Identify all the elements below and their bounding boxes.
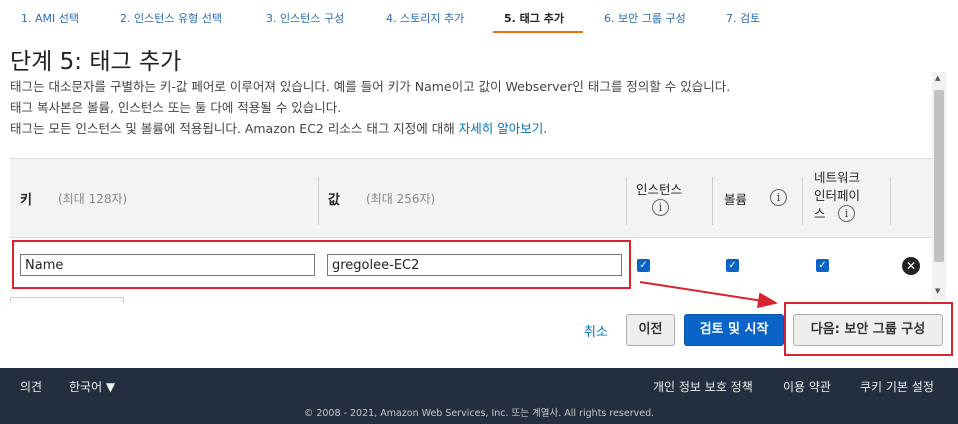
volumes-checkbox[interactable]: ✓: [726, 259, 739, 272]
step-tags[interactable]: 5. 태그 추가: [504, 10, 564, 26]
privacy-policy-link[interactable]: 개인 정보 보호 정책: [653, 378, 753, 395]
copyright-text: © 2008 - 2021, Amazon Web Services, Inc.…: [303, 408, 655, 419]
column-divider: [890, 177, 891, 225]
add-tag-button[interactable]: [10, 297, 124, 303]
value-column-hint: (최대 256자): [366, 192, 436, 206]
column-divider: [626, 177, 627, 225]
feedback-link[interactable]: 의견: [20, 378, 42, 395]
scroll-up-icon[interactable]: ▲: [935, 74, 940, 82]
row-highlight-box: [12, 240, 631, 289]
scrollbar-thumb[interactable]: [934, 90, 944, 262]
instances-checkbox[interactable]: ✓: [637, 259, 650, 272]
previous-button[interactable]: 이전: [626, 314, 675, 346]
terms-link[interactable]: 이용 약관: [783, 378, 831, 395]
key-column-hint: (최대 128자): [58, 192, 128, 206]
next-configure-security-group-button[interactable]: 다음: 보안 그룹 구성: [793, 314, 943, 346]
cookie-preferences-link[interactable]: 쿠키 기본 설정: [860, 378, 934, 395]
description-line-3: 태그는 모든 인스턴스 및 볼륨에 적용됩니다. Amazon EC2 리소스 …: [10, 121, 548, 136]
instances-column-header: 인스턴스 i: [636, 182, 683, 216]
info-icon[interactable]: i: [770, 189, 787, 206]
step-instance-type[interactable]: 2. 인스턴스 유형 선택: [120, 10, 222, 26]
volumes-column-header: 볼륨 i: [724, 189, 787, 208]
step-security-group[interactable]: 6. 보안 그룹 구성: [604, 10, 686, 26]
language-selector[interactable]: 한국어 ▼: [69, 378, 115, 395]
cancel-link[interactable]: 취소: [584, 321, 608, 340]
info-icon[interactable]: i: [838, 205, 855, 222]
step-review[interactable]: 7. 검토: [726, 10, 760, 26]
info-icon[interactable]: i: [652, 199, 669, 216]
content-scrollbar[interactable]: ▲ ▼: [932, 72, 946, 300]
learn-more-link[interactable]: 자세히 알아보기: [459, 121, 543, 136]
step-instance-config[interactable]: 3. 인스턴스 구성: [266, 10, 344, 26]
column-divider: [802, 177, 803, 225]
review-and-launch-button[interactable]: 검토 및 시작: [684, 314, 784, 346]
description-line-2: 태그 복사본은 볼륨, 인스턴스 또는 둘 다에 적용될 수 있습니다.: [10, 100, 342, 115]
description-line-1: 태그는 대소문자를 구별하는 키-값 페어로 이루어져 있습니다. 예를 들어 …: [10, 79, 731, 94]
tags-table-header: 키 (최대 128자) 값 (최대 256자) 인스턴스 i 볼륨 i 네트워크…: [10, 158, 932, 238]
step-storage[interactable]: 4. 스토리지 추가: [386, 10, 464, 26]
network-interfaces-column-header: 네트워크 인터페이 스 i: [814, 170, 861, 222]
network-interfaces-checkbox[interactable]: ✓: [816, 259, 829, 272]
wizard-steps: 1. AMI 선택 2. 인스턴스 유형 선택 3. 인스턴스 구성 4. 스토…: [0, 0, 958, 34]
scroll-down-icon[interactable]: ▼: [935, 287, 940, 295]
remove-tag-icon[interactable]: ✕: [902, 257, 920, 275]
page-title: 단계 5: 태그 추가: [10, 49, 182, 75]
page-footer: 의견 한국어 ▼ 개인 정보 보호 정책 이용 약관 쿠키 기본 설정 © 20…: [0, 368, 958, 424]
key-column-header: 키: [20, 193, 32, 208]
step-ami[interactable]: 1. AMI 선택: [21, 10, 79, 26]
column-divider: [318, 177, 319, 225]
column-divider: [712, 177, 713, 225]
value-column-header: 값: [328, 193, 340, 208]
active-step-indicator: [493, 31, 583, 33]
